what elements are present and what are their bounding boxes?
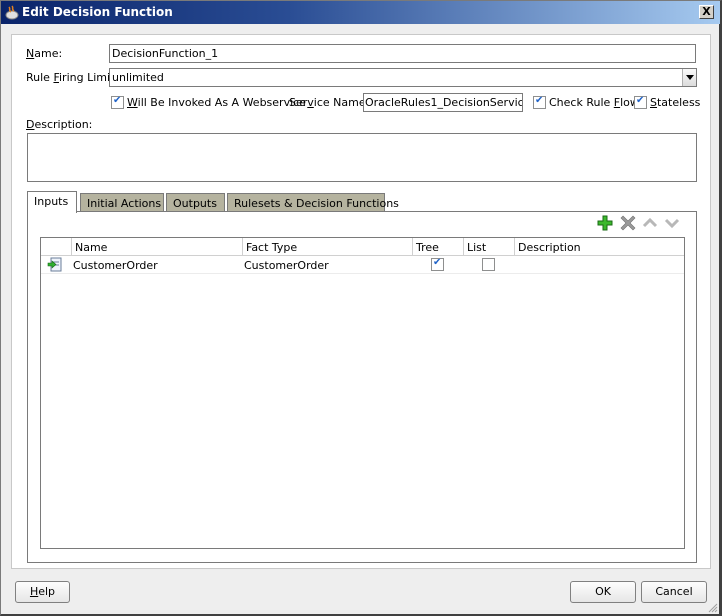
tab-outputs[interactable]: Outputs [166,193,225,212]
tab-rulesets-decision-functions[interactable]: Rulesets & Decision Functions [227,193,399,212]
description-label: Description: [26,118,93,131]
rule-firing-limit-combobox[interactable]: unlimited [109,68,697,87]
description-textarea[interactable] [27,133,697,182]
help-button[interactable]: Help [15,581,70,603]
column-header-fact-type[interactable]: Fact Type [242,238,412,256]
stateless-checkbox[interactable] [634,95,647,109]
stateless-label: Stateless [650,96,701,109]
cell-fact-type[interactable]: CustomerOrder [242,256,412,274]
edit-decision-function-dialog: Edit Decision Function X Name: DecisionF… [0,0,722,616]
move-up-icon[interactable] [642,215,658,231]
input-fact-icon [47,257,62,272]
column-header-icon[interactable] [41,238,71,256]
rule-firing-limit-value: unlimited [112,71,164,84]
table-row[interactable]: CustomerOrder CustomerOrder [41,256,684,274]
column-header-list[interactable]: List [463,238,514,256]
cell-tree-checkbox[interactable] [431,257,444,271]
service-name-label: Service Name: [289,96,370,109]
webservice-checkbox[interactable] [111,95,124,109]
cancel-button[interactable]: Cancel [641,581,707,603]
delete-icon[interactable] [620,215,636,231]
column-header-description[interactable]: Description [514,238,684,256]
close-button[interactable]: X [699,5,714,19]
service-name-input[interactable]: OracleRules1_DecisionService_1 [363,93,523,112]
ok-button[interactable]: OK [570,581,636,603]
cell-list-checkbox[interactable] [482,258,495,271]
inputs-tab-panel: Name Fact Type Tree List Description Cus… [27,211,697,563]
inputs-table: Name Fact Type Tree List Description Cus… [40,237,685,549]
rule-firing-limit-label: Rule Firing Limit: [26,71,119,84]
name-input[interactable]: DecisionFunction_1 [109,44,696,63]
java-cup-icon [5,5,19,20]
name-label: Name: [26,47,63,60]
add-icon[interactable] [597,215,613,231]
resize-grip-icon[interactable] [708,603,718,613]
tab-initial-actions[interactable]: Initial Actions [80,193,164,212]
cell-name[interactable]: CustomerOrder [71,256,242,274]
tab-inputs[interactable]: Inputs [27,191,77,213]
window-title: Edit Decision Function [22,5,173,19]
move-down-icon[interactable] [664,215,680,231]
check-rule-flow-label: Check Rule Flow [549,96,639,109]
title-bar[interactable]: Edit Decision Function X [1,1,720,24]
column-header-name[interactable]: Name [71,238,242,256]
chevron-down-icon[interactable] [682,69,696,86]
webservice-label: Will Be Invoked As A Webservice [127,96,306,109]
check-rule-flow-checkbox[interactable] [533,95,546,109]
column-header-tree[interactable]: Tree [412,238,463,256]
cell-description[interactable] [514,256,684,274]
dialog-content: Name: DecisionFunction_1 Rule Firing Lim… [11,34,711,569]
table-header: Name Fact Type Tree List Description [41,238,684,256]
